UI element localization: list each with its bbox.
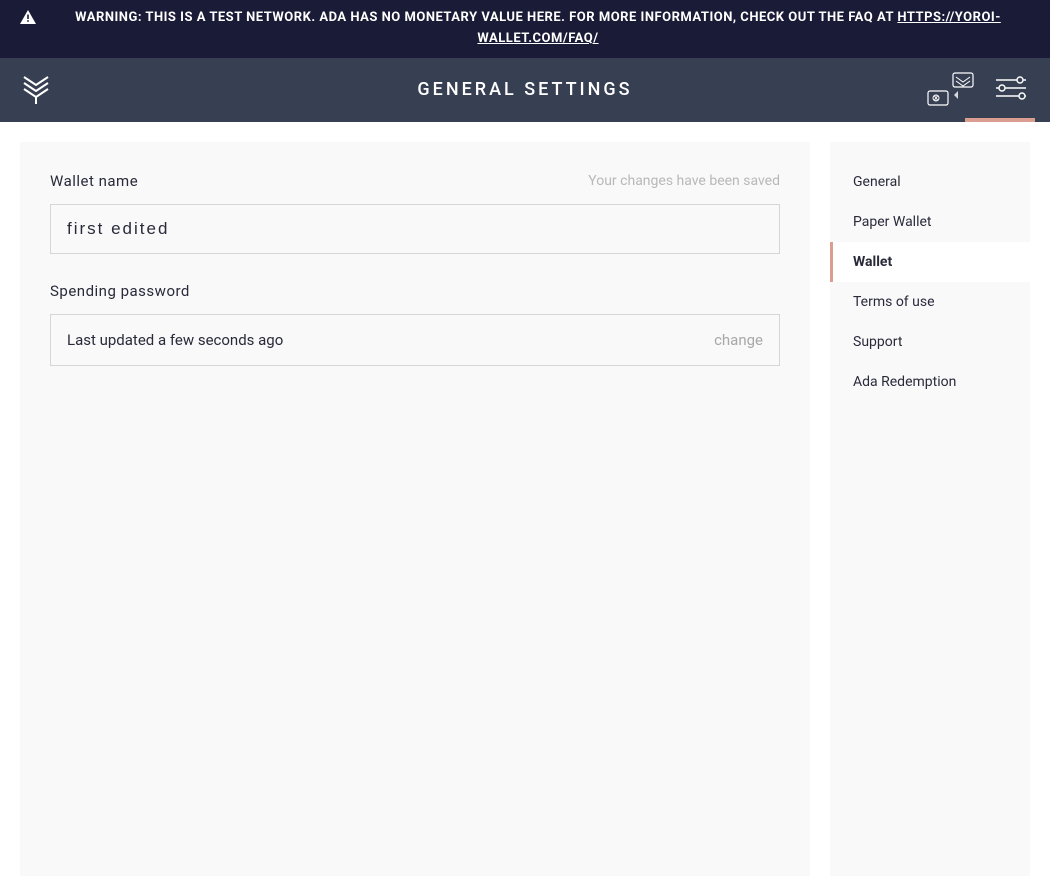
nav-item-label: Support	[853, 334, 902, 350]
nav-item-support[interactable]: Support	[830, 322, 1030, 362]
nav-item-paper-wallet[interactable]: Paper Wallet	[830, 202, 1030, 242]
app-logo-icon[interactable]	[22, 75, 50, 105]
warning-message: WARNING: THIS IS A TEST NETWORK. ADA HAS…	[75, 10, 897, 25]
warning-text: WARNING: THIS IS A TEST NETWORK. ADA HAS…	[46, 8, 1030, 50]
nav-item-general[interactable]: General	[830, 162, 1030, 202]
wallet-name-input[interactable]	[50, 204, 780, 254]
nav-item-terms-of-use[interactable]: Terms of use	[830, 282, 1030, 322]
nav-item-label: Ada Redemption	[853, 374, 956, 390]
nav-item-label: Terms of use	[853, 294, 935, 310]
settings-tab-indicator	[965, 118, 1035, 122]
spending-password-label: Spending password	[50, 282, 190, 300]
nav-item-label: General	[853, 174, 901, 190]
content-panel: Wallet name Your changes have been saved…	[20, 142, 810, 876]
save-status: Your changes have been saved	[588, 173, 780, 189]
warning-triangle-icon	[20, 10, 36, 32]
page-title: GENERAL SETTINGS	[417, 79, 632, 100]
spending-password-box: Last updated a few seconds ago change	[50, 314, 780, 366]
nav-item-label: Paper Wallet	[853, 214, 932, 230]
spending-password-label-row: Spending password	[50, 282, 780, 300]
password-updated-status: Last updated a few seconds ago	[67, 331, 283, 349]
change-password-link[interactable]: change	[714, 331, 763, 349]
nav-item-label: Wallet	[853, 254, 892, 270]
nav-item-wallet[interactable]: Wallet	[830, 242, 1030, 282]
spending-password-section: Spending password Last updated a few sec…	[50, 282, 780, 366]
warning-bar: WARNING: THIS IS A TEST NETWORK. ADA HAS…	[0, 0, 1050, 58]
settings-sliders-icon[interactable]	[994, 75, 1028, 105]
wallet-name-label-row: Wallet name Your changes have been saved	[50, 172, 780, 190]
header-bar: GENERAL SETTINGS	[0, 58, 1050, 122]
wallet-name-section: Wallet name Your changes have been saved	[50, 172, 780, 254]
main-area: Wallet name Your changes have been saved…	[0, 122, 1050, 896]
wallet-name-label: Wallet name	[50, 172, 138, 190]
wallets-icon[interactable]	[926, 71, 974, 109]
settings-side-nav: General Paper Wallet Wallet Terms of use…	[830, 142, 1030, 876]
nav-item-ada-redemption[interactable]: Ada Redemption	[830, 362, 1030, 402]
header-actions	[926, 71, 1028, 109]
